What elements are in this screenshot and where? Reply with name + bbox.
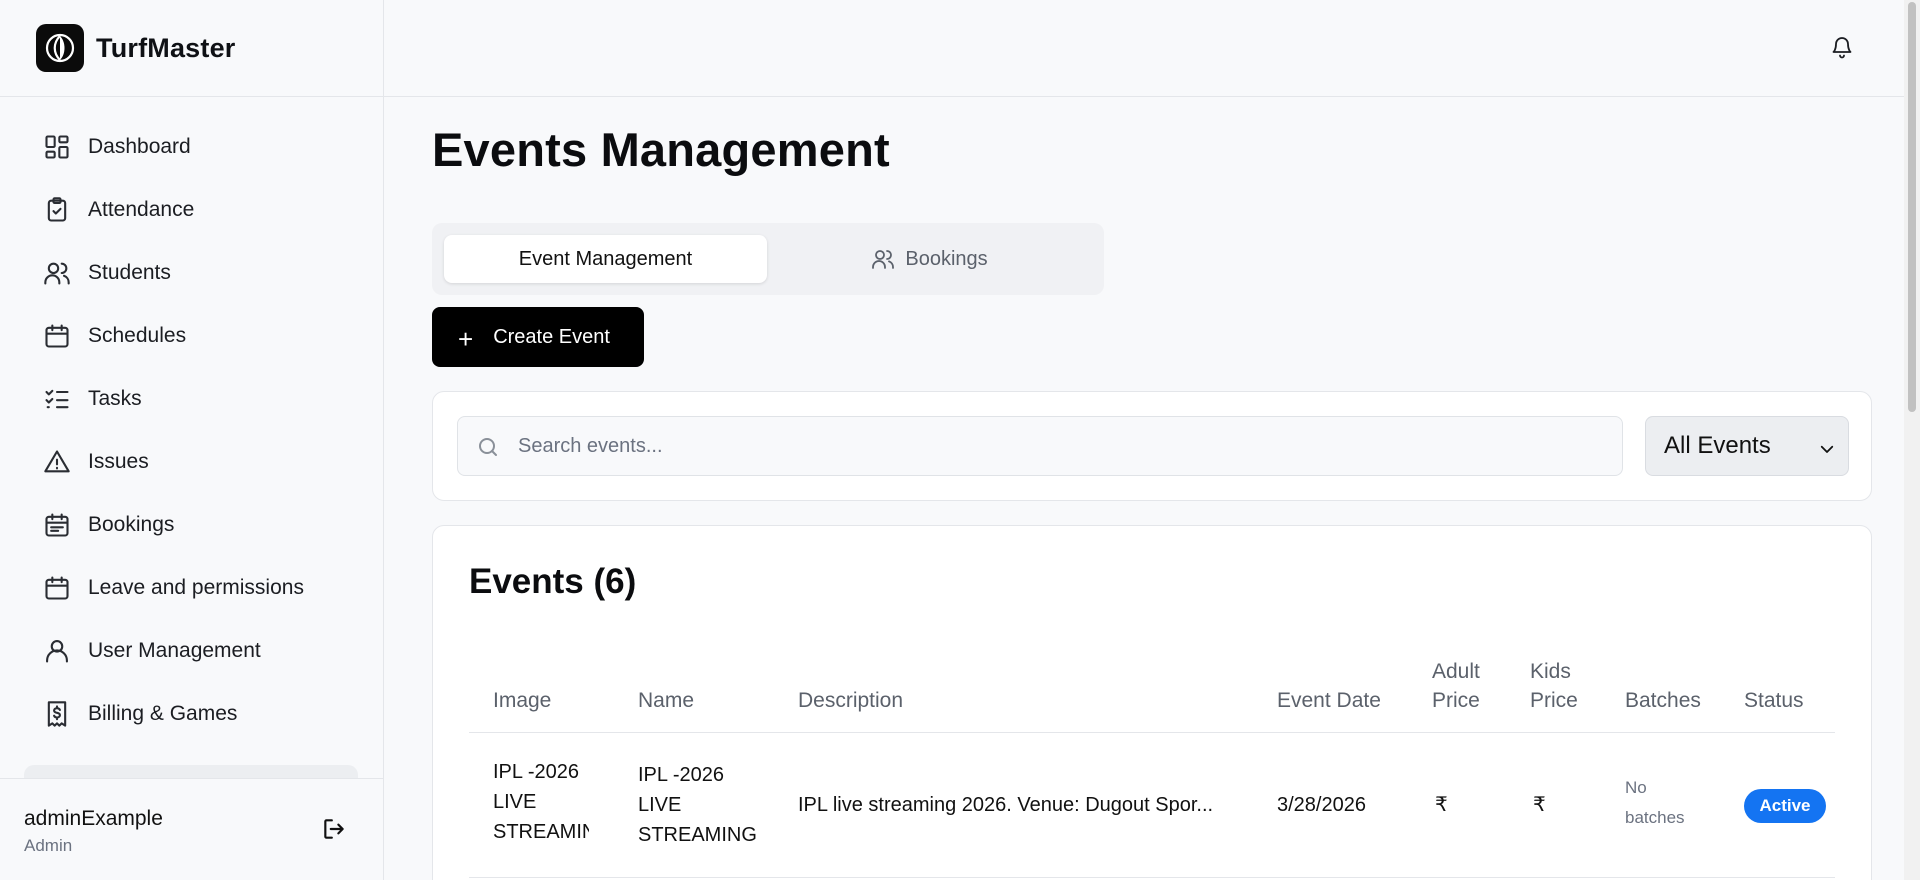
sidebar: TurfMaster Dashboard Attendance Students… xyxy=(0,0,384,880)
search-box xyxy=(457,416,1623,476)
sidebar-item-label: Bookings xyxy=(88,512,175,536)
notifications-button[interactable] xyxy=(1827,32,1857,62)
top-bar xyxy=(384,0,1920,97)
sidebar-item-label: Leave and permissions xyxy=(88,575,304,599)
column-header-kids-price-line2: Price xyxy=(1530,689,1578,712)
column-header-image: Image xyxy=(493,689,552,712)
sidebar-item-label: User Management xyxy=(88,638,261,662)
column-header-batches: Batches xyxy=(1625,689,1701,712)
chevron-down-icon xyxy=(1818,437,1836,465)
user-profile: adminExample Admin xyxy=(0,778,383,880)
user-name: adminExample xyxy=(24,807,163,830)
sidebar-item-label: Issues xyxy=(88,449,149,473)
sidebar-item-billing-and-games[interactable]: Billing & Games xyxy=(0,682,383,745)
dashboard-icon xyxy=(42,132,72,162)
column-header-event-date: Event Date xyxy=(1277,689,1381,712)
tab-event-management[interactable]: Event Management xyxy=(444,235,767,283)
status-badge: Active xyxy=(1744,789,1826,823)
event-image-alt-line1: IPL -2026 xyxy=(493,761,579,783)
column-header-description: Description xyxy=(798,689,904,712)
turfmaster-logo-icon xyxy=(36,24,84,72)
user-role: Admin xyxy=(24,836,73,855)
tab-list: Event Management Bookings xyxy=(432,223,1104,295)
sidebar-item-partial[interactable] xyxy=(24,765,358,779)
sidebar-item-label: Schedules xyxy=(88,323,187,347)
create-event-label: Create Event xyxy=(493,325,610,348)
sidebar-item-schedules[interactable]: Schedules xyxy=(0,304,383,367)
sidebar-item-bookings[interactable]: Bookings xyxy=(0,493,383,556)
table-row[interactable]: IPL -2026 LIVE STREAMIN IPL -2026 LIVE S… xyxy=(469,733,1835,878)
calendar-icon xyxy=(42,321,72,351)
column-header-kids-price-line1: Kids xyxy=(1530,660,1571,683)
event-batches-line1: No xyxy=(1625,778,1647,797)
calendar-lines-icon xyxy=(42,510,72,540)
list-checks-icon xyxy=(42,384,72,414)
sidebar-item-dashboard[interactable]: Dashboard xyxy=(0,115,383,178)
tab-bookings[interactable]: Bookings xyxy=(768,235,1091,283)
select-value: All Events xyxy=(1664,432,1771,459)
event-filter-select[interactable]: All Events xyxy=(1645,416,1849,476)
column-header-adult-price-line2: Price xyxy=(1432,689,1480,712)
users-icon xyxy=(872,250,895,269)
logout-button[interactable] xyxy=(318,813,350,845)
event-kids-price: ₹ xyxy=(1533,794,1546,816)
event-name-line3: STREAMING xyxy=(638,824,757,846)
calendar-icon xyxy=(42,573,72,603)
filter-card: All Events xyxy=(432,391,1872,501)
plus-icon: + xyxy=(458,324,474,354)
clipboard-check-icon xyxy=(42,195,72,225)
sidebar-item-label: Students xyxy=(88,260,171,284)
event-name-line2: LIVE xyxy=(638,794,682,816)
column-header-status: Status xyxy=(1744,689,1804,712)
event-image-alt-line2: LIVE xyxy=(493,791,537,813)
scrollbar-thumb[interactable] xyxy=(1908,2,1916,412)
sidebar-item-attendance[interactable]: Attendance xyxy=(0,178,383,241)
create-event-button[interactable]: + Create Event xyxy=(432,307,644,367)
receipt-icon xyxy=(42,699,72,729)
users-icon xyxy=(42,258,72,288)
sidebar-item-label: Attendance xyxy=(88,197,195,221)
logout-icon xyxy=(324,819,344,839)
sidebar-item-issues[interactable]: Issues xyxy=(0,430,383,493)
user-icon xyxy=(42,636,72,666)
search-icon xyxy=(479,438,497,456)
sidebar-item-label: Dashboard xyxy=(88,134,191,158)
page-title: Events Management xyxy=(432,123,890,176)
sidebar-item-leave-and-permissions[interactable]: Leave and permissions xyxy=(0,556,383,619)
sidebar-item-label: Tasks xyxy=(88,386,142,410)
sidebar-item-tasks[interactable]: Tasks xyxy=(0,367,383,430)
tab-label: Bookings xyxy=(905,247,988,270)
sidebar-item-label: Billing & Games xyxy=(88,701,238,725)
events-title: Events (6) xyxy=(469,562,637,601)
column-header-name: Name xyxy=(638,689,695,712)
column-header-adult-price-line1: Adult xyxy=(1432,660,1480,683)
event-description: IPL live streaming 2026. Venue: Dugout S… xyxy=(798,794,1214,816)
bell-icon xyxy=(1832,37,1852,59)
event-name-line1: IPL -2026 xyxy=(638,764,724,786)
brand[interactable]: TurfMaster xyxy=(0,0,383,97)
sidebar-nav: Dashboard Attendance Students Schedules … xyxy=(0,97,383,745)
search-input[interactable] xyxy=(458,417,1622,475)
scrollbar[interactable] xyxy=(1904,0,1920,880)
alert-triangle-icon xyxy=(42,447,72,477)
table-header: Image Name Description Event Date Adult … xyxy=(469,638,1835,733)
app-name: TurfMaster xyxy=(96,32,236,63)
sidebar-item-user-management[interactable]: User Management xyxy=(0,619,383,682)
event-image-alt-line3: STREAMIN xyxy=(493,821,589,843)
event-batches-line2: batches xyxy=(1625,808,1685,827)
event-adult-price: ₹ xyxy=(1435,794,1448,816)
events-card: Events (6) Image Name Description Event … xyxy=(432,525,1872,880)
sidebar-item-students[interactable]: Students xyxy=(0,241,383,304)
event-date: 3/28/2026 xyxy=(1277,794,1366,816)
